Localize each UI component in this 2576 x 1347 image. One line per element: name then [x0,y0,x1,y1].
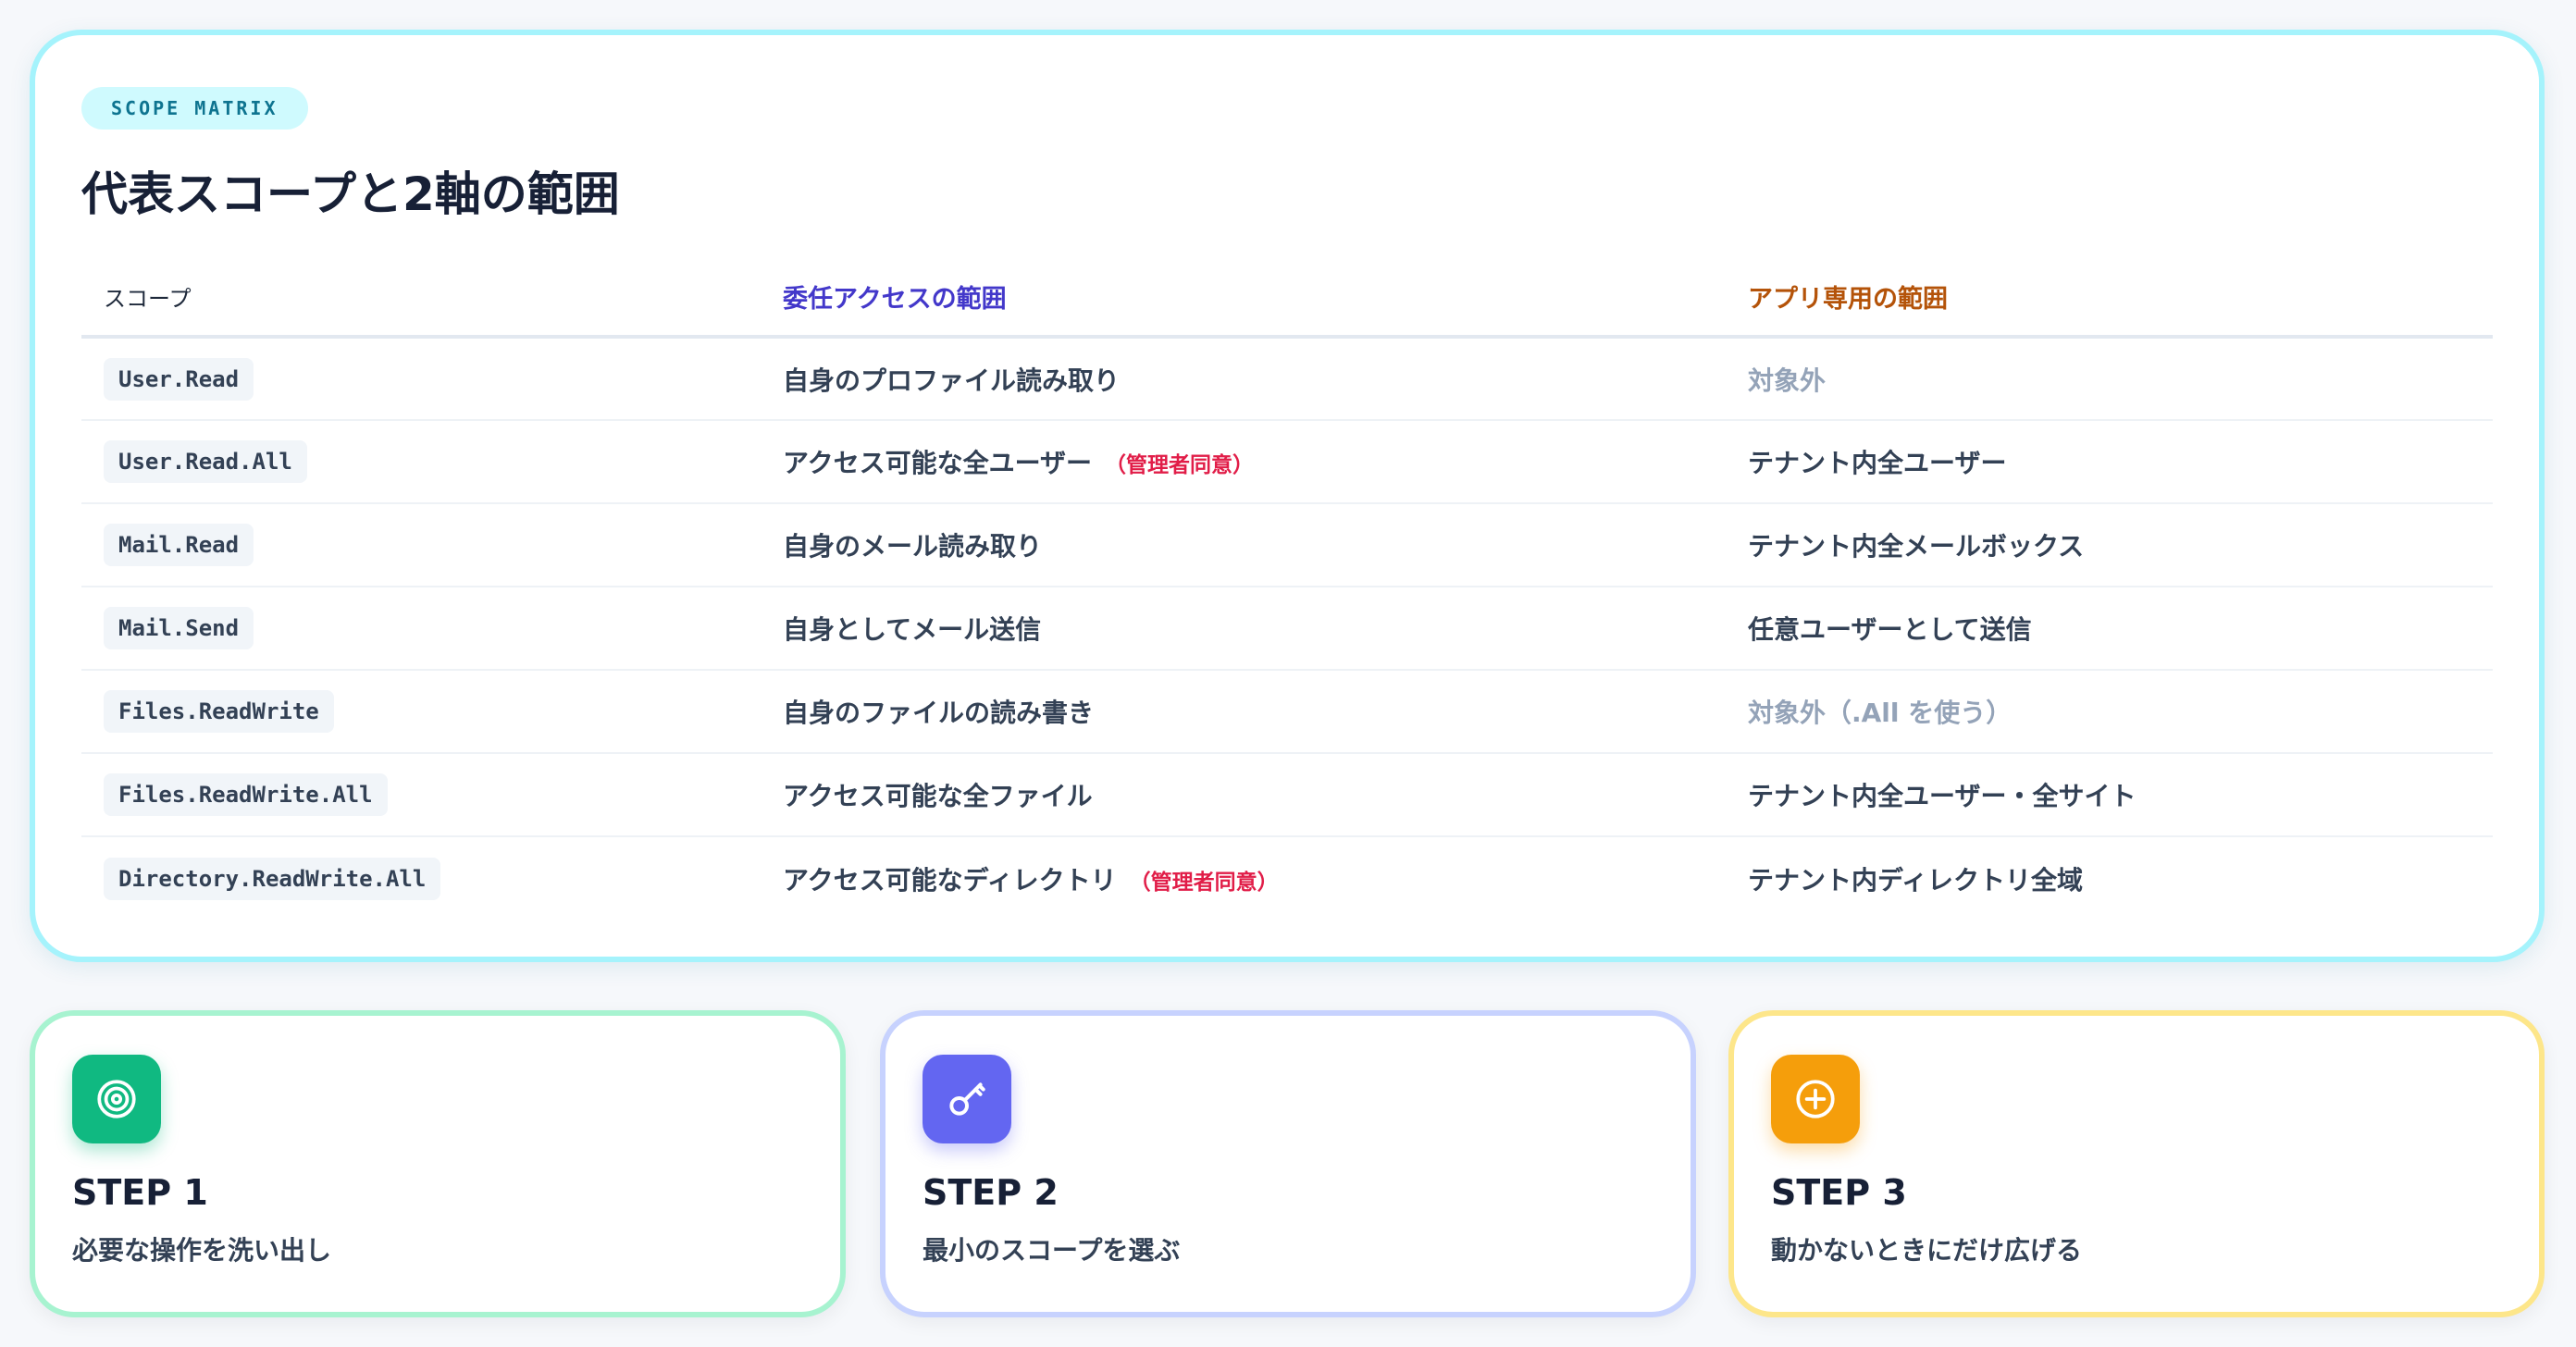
step-card-1: STEP 1 必要な操作を洗い出し [30,1010,846,1317]
plus-circle-icon [1771,1055,1860,1143]
scope-code: Mail.Send [104,607,254,649]
delegated-text: 自身のメール読み取り [783,531,1043,562]
scope-table: スコープ 委任アクセスの範囲 アプリ専用の範囲 User.Read 自身のプロフ… [81,257,2493,920]
table-header-row: スコープ 委任アクセスの範囲 アプリ専用の範囲 [81,257,2493,339]
delegated-cell: アクセス可能なディレクトリ （管理者同意） [761,836,1726,920]
step-label: STEP 1 [72,1172,208,1213]
delegated-text: 自身のプロファイル読み取り [783,365,1121,396]
delegated-text: アクセス可能なディレクトリ [783,864,1117,896]
delegated-cell: 自身のメール読み取り [761,503,1726,587]
scope-cell: Mail.Read [81,503,761,587]
admin-consent-note: （管理者同意） [1129,870,1279,895]
scope-cell: User.Read.All [81,420,761,504]
admin-consent-note: （管理者同意） [1105,453,1255,477]
scope-cell: Files.ReadWrite [81,670,761,754]
column-header-scope: スコープ [81,257,761,339]
delegated-text: 自身としてメール送信 [783,614,1042,645]
app-cell: 任意ユーザーとして送信 [1726,587,2493,671]
step-card-2: STEP 2 最小のスコープを選ぶ [880,1010,1696,1317]
scope-cell: Mail.Send [81,587,761,671]
table-row: Mail.Send 自身としてメール送信 任意ユーザーとして送信 [81,587,2493,671]
delegated-cell: 自身のプロファイル読み取り [761,337,1726,421]
step-description: 必要な操作を洗い出し [72,1235,332,1266]
page-title: 代表スコープと2軸の範囲 [81,167,620,221]
table-row: User.Read.All アクセス可能な全ユーザー （管理者同意） テナント内全… [81,420,2493,504]
delegated-text: アクセス可能な全ファイル [783,781,1093,811]
app-cell: テナント内全メールボックス [1726,503,2493,587]
app-cell: テナント内ディレクトリ全域 [1748,864,2084,896]
app-cell: テナント内全ユーザー・全サイト [1726,753,2493,837]
target-icon [72,1055,161,1143]
delegated-cell: 自身としてメール送信 [761,587,1726,671]
step-description: 動かないときにだけ広げる [1771,1235,2083,1266]
key-icon [923,1055,1011,1143]
scope-cell: Files.ReadWrite.All [81,753,761,837]
scope-code: User.Read [104,357,254,401]
delegated-cell: アクセス可能な全ファイル [761,753,1726,837]
table-row: Directory.ReadWrite.All アクセス可能なディレクトリ （管理… [81,836,2493,920]
scope-code: Mail.Read [104,524,254,566]
app-cell: 対象外 [1726,337,2493,421]
scope-matrix-card: SCOPE MATRIX 代表スコープと2軸の範囲 スコープ 委任アクセスの範囲… [30,30,2545,962]
delegated-cell: アクセス可能な全ユーザー （管理者同意） [761,420,1726,504]
table-row: Files.ReadWrite 自身のファイルの読み書き 対象外（.All を使… [81,670,2493,754]
scope-code: Directory.ReadWrite.All [104,857,441,900]
app-cell: 対象外（.All を使う） [1726,670,2493,754]
scope-cell: Directory.ReadWrite.All [81,836,761,920]
column-header-app: アプリ専用の範囲 [1726,257,2493,339]
delegated-cell: 自身のファイルの読み書き [761,670,1726,754]
delegated-text: アクセス可能な全ユーザー [783,448,1093,478]
scope-cell: User.Read [81,337,761,421]
scope-code: Files.ReadWrite [104,690,334,733]
section-badge: SCOPE MATRIX [81,87,308,130]
step-label: STEP 3 [1771,1172,1907,1213]
step-card-3: STEP 3 動かないときにだけ広げる [1728,1010,2545,1317]
step-description: 最小のスコープを選ぶ [923,1235,1181,1266]
app-cell: テナント内全ユーザー [1726,420,2493,504]
scope-code: Files.ReadWrite.All [104,773,388,816]
column-header-delegated: 委任アクセスの範囲 [761,257,1726,339]
table-row: Files.ReadWrite.All アクセス可能な全ファイル テナント内全ユ… [81,753,2493,837]
scope-code: User.Read.All [104,440,307,483]
step-label: STEP 2 [923,1172,1059,1213]
delegated-text: 自身のファイルの読み書き [783,698,1095,728]
table-row: Mail.Read 自身のメール読み取り テナント内全メールボックス [81,503,2493,587]
table-row: User.Read 自身のプロファイル読み取り 対象外 [81,337,2493,421]
